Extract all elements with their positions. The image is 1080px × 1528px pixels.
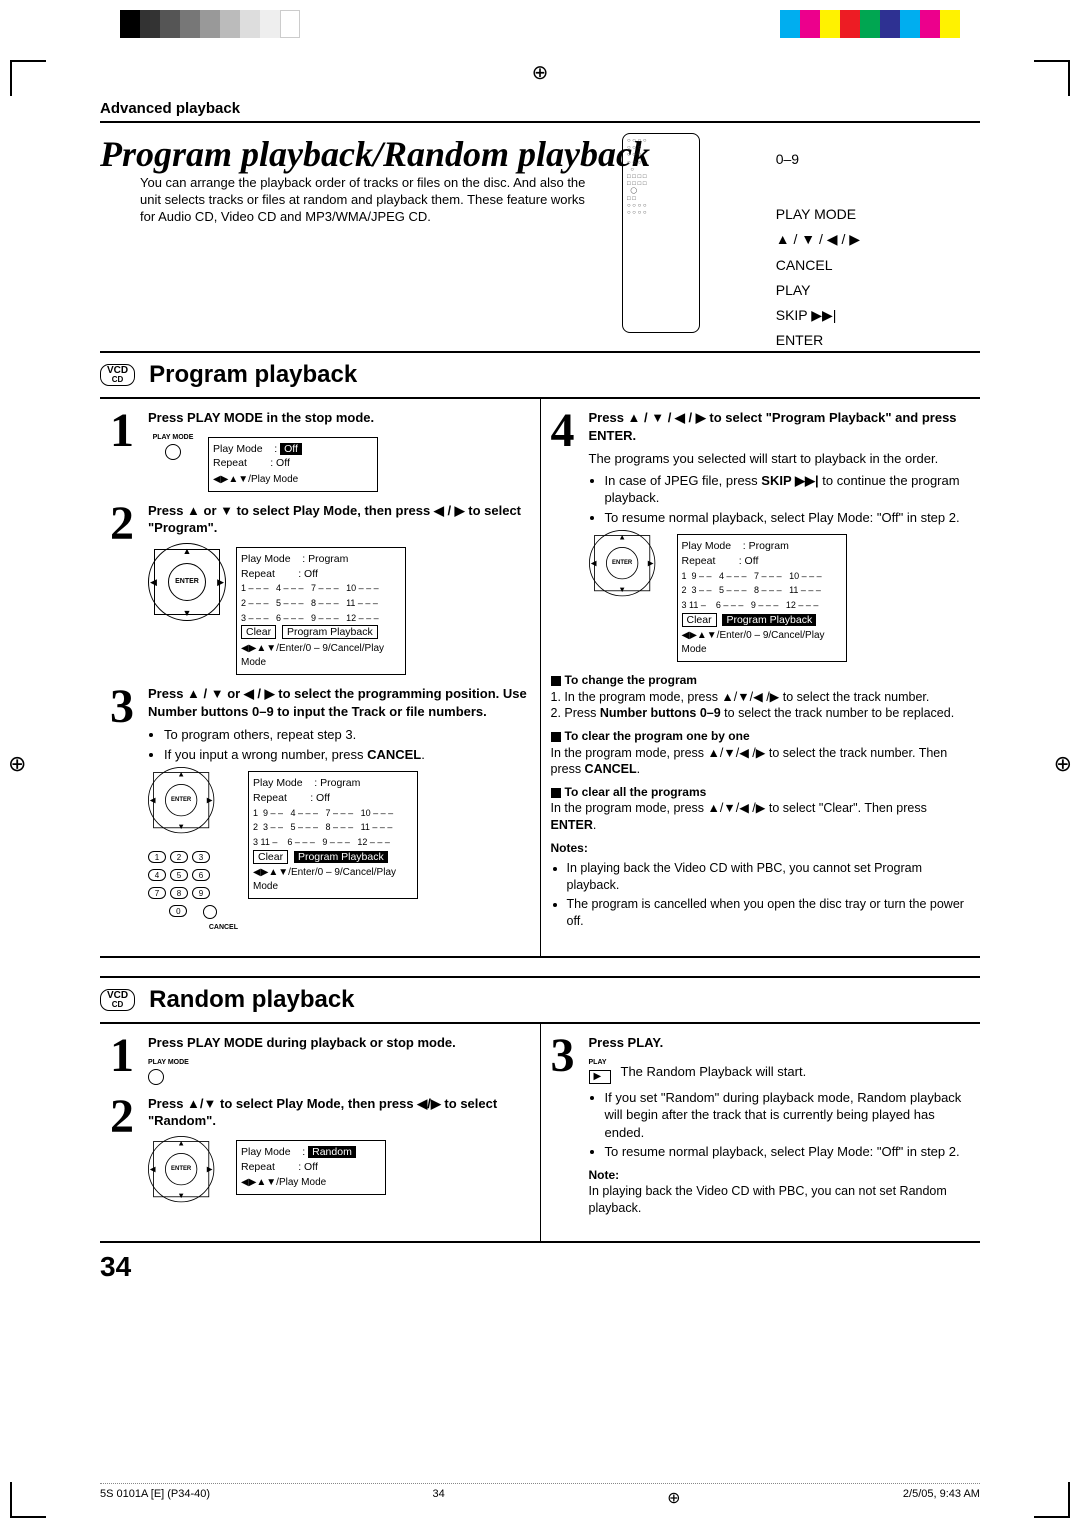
play-button-icon xyxy=(589,1070,611,1084)
crop-mark xyxy=(1034,1482,1070,1518)
remote-label-play: PLAY xyxy=(776,278,860,303)
number-buttons: 123 xyxy=(148,851,238,863)
step-head: Press ▲ or ▼ to select Play Mode, then p… xyxy=(148,502,530,537)
crop-mark xyxy=(10,60,46,96)
bullet: If you set "Random" during playback mode… xyxy=(605,1089,971,1142)
osd-panel: Play Mode : Off Repeat : Off ◀▶▲▼/Play M… xyxy=(208,437,378,492)
divider xyxy=(100,121,980,123)
crop-mark xyxy=(1034,60,1070,96)
remote-label-skip: SKIP ▶▶| xyxy=(776,303,860,328)
osd-panel: Play Mode : Program Repeat : Off 1 – – –… xyxy=(236,547,406,675)
step-2: 2 Press ▲ or ▼ to select Play Mode, then… xyxy=(110,502,530,675)
subsection-change: To change the program 1. In the program … xyxy=(551,672,971,722)
step-3: 3 Press ▲ / ▼ or ◀ / ▶ to select the pro… xyxy=(110,685,530,932)
subsection-clear-all: To clear all the programs In the program… xyxy=(551,784,971,834)
dpad-icon: ENTER ▲▼◀▶ xyxy=(148,1136,214,1202)
dpad-icon: ENTER ▲▼◀▶ xyxy=(589,530,655,596)
random-step-1: 1 Press PLAY MODE during playback or sto… xyxy=(110,1034,530,1085)
step-head: Press ▲/▼ to select Play Mode, then pres… xyxy=(148,1095,530,1130)
osd-panel: Play Mode : Program Repeat : Off 1 9 – –… xyxy=(248,771,418,899)
bullet: To program others, repeat step 3. xyxy=(164,726,530,744)
footer-right: 2/5/05, 9:43 AM xyxy=(903,1488,980,1508)
section-title: Random playback xyxy=(149,986,354,1014)
cancel-button-icon xyxy=(203,905,217,919)
random-step-2: 2 Press ▲/▼ to select Play Mode, then pr… xyxy=(110,1095,530,1214)
bullet: To resume normal playback, select Play M… xyxy=(605,1143,971,1161)
paragraph: The Random Playback will start. xyxy=(621,1063,807,1081)
note: In playing back the Video CD with PBC, y… xyxy=(567,860,971,894)
registration-cross-icon: ⊕ xyxy=(8,751,26,777)
registration-cross-icon: ⊕ xyxy=(1054,751,1072,777)
bullet: In case of JPEG file, press SKIP ▶▶| to … xyxy=(605,472,971,507)
remote-label-enter: ENTER xyxy=(776,328,860,353)
note: In playing back the Video CD with PBC, y… xyxy=(589,1183,971,1217)
printer-registration-marks: ⊕ xyxy=(0,10,1080,50)
section-header-random: VCDCD Random playback xyxy=(100,976,980,1024)
bullet: If you input a wrong number, press CANCE… xyxy=(164,746,530,764)
footer: 5S 0101A [E] (P34-40) 34 ⊕ 2/5/05, 9:43 … xyxy=(100,1483,980,1508)
paragraph: The programs you selected will start to … xyxy=(589,450,971,468)
note-heading: Note: xyxy=(589,1167,971,1183)
registration-cross-icon: ⊕ xyxy=(532,60,549,85)
page-number: 34 xyxy=(100,1251,980,1283)
playmode-button-icon xyxy=(165,444,181,460)
footer-left: 5S 0101A [E] (P34-40) xyxy=(100,1488,210,1508)
breadcrumb: Advanced playback xyxy=(100,100,980,117)
intro-text: You can arrange the playback order of tr… xyxy=(140,175,600,226)
button-label: PLAY MODE xyxy=(148,433,198,442)
remote-diagram: ○ ○ ○ ○○ ○ ○○ ○ ○○ ○ ○ ○□ □ □ □□ □ □ □ ◯… xyxy=(622,133,700,333)
remote-label-arrows: ▲ / ▼ / ◀ / ▶ xyxy=(776,227,860,252)
subsection-clear-one: To clear the program one by one In the p… xyxy=(551,728,971,778)
random-step-3: 3 Press PLAY. PLAY The Random Playback w… xyxy=(551,1034,971,1217)
section-header-program: VCDCD Program playback xyxy=(100,351,980,399)
step-head: Press PLAY MODE during playback or stop … xyxy=(148,1034,530,1052)
osd-panel: Play Mode : Program Repeat : Off 1 9 – –… xyxy=(677,534,847,662)
step-head: Press ▲ / ▼ or ◀ / ▶ to select the progr… xyxy=(148,685,530,720)
remote-callouts: 0–9 PLAY MODE ▲ / ▼ / ◀ / ▶ CANCEL PLAY … xyxy=(776,147,860,353)
osd-panel: Play Mode : Random Repeat : Off ◀▶▲▼/Pla… xyxy=(236,1140,386,1195)
disc-badge: VCDCD xyxy=(100,989,135,1011)
step-head: Press PLAY MODE in the stop mode. xyxy=(148,409,530,427)
notes-heading: Notes: xyxy=(551,840,971,856)
remote-label-cancel: CANCEL xyxy=(776,253,860,278)
crop-mark xyxy=(10,1482,46,1518)
registration-cross-icon: ⊕ xyxy=(667,1488,680,1508)
section-title: Program playback xyxy=(149,361,357,389)
remote-label-playmode: PLAY MODE xyxy=(776,202,860,227)
playmode-button-icon xyxy=(148,1069,164,1085)
dpad-icon: ENTER ▲▼◀▶ xyxy=(148,543,226,621)
step-4: 4 Press ▲ / ▼ / ◀ / ▶ to select "Program… xyxy=(551,409,971,662)
note: The program is cancelled when you open t… xyxy=(567,896,971,930)
step-head: Press PLAY. xyxy=(589,1034,971,1052)
step-1: 1 Press PLAY MODE in the stop mode. PLAY… xyxy=(110,409,530,492)
bullet: To resume normal playback, select Play M… xyxy=(605,509,971,527)
footer-mid: 34 xyxy=(432,1488,444,1508)
remote-label-numbers: 0–9 xyxy=(776,147,860,172)
step-head: Press ▲ / ▼ / ◀ / ▶ to select "Program P… xyxy=(589,409,971,444)
disc-badge: VCDCD xyxy=(100,364,135,386)
dpad-icon: ENTER ▲▼◀▶ xyxy=(148,767,214,833)
